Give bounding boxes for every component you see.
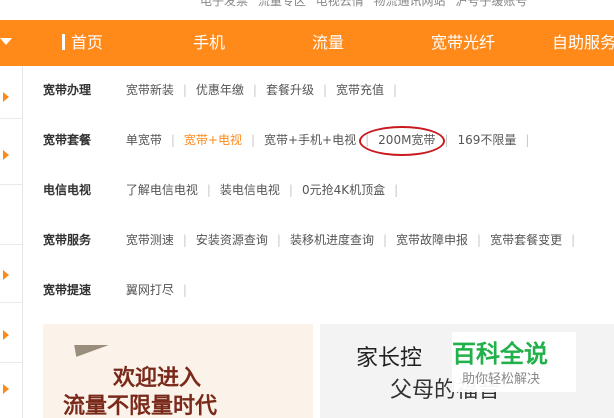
highlight-circle [359,126,445,156]
divider [0,362,22,363]
nav-item-label: 手机 [193,33,226,52]
nav-item-broadband[interactable]: 宽带光纤 [431,20,495,66]
nav-item-label: 流量 [312,33,345,52]
menu-link[interactable]: 优惠年缴 [196,83,244,97]
menu-link[interactable]: 宽带测速 [126,233,174,247]
watermark-subtitle: 助你轻松解决 [462,372,541,387]
menu-link[interactable]: 套餐升级 [266,83,314,97]
menu-link[interactable]: 宽带套餐变更 [490,233,562,247]
nav-item-home[interactable]: 首页 [62,20,103,66]
divider: | [182,233,187,247]
menu-link[interactable]: 0元抢4K机顶盒 [302,183,385,197]
top-links: 电子发票 流量专区 电视云情 物流通讯网站 沪号子缓账号 [200,0,533,9]
chevron-down-icon[interactable] [0,38,12,45]
menu-link[interactable]: 装电信电视 [220,183,280,197]
menu-link[interactable]: 宽带故障申报 [396,233,468,247]
menu-row-speed-up: 宽带提速 翼网打尽 | [43,280,196,300]
divider: | [394,183,399,197]
menu-row-broadband-handling: 宽带办理 宽带新装 | 优惠年缴 | 套餐升级 | 宽带充值 | [43,80,406,100]
menu-link-active[interactable]: 宽带+电视 [184,133,242,147]
divider: | [322,83,328,97]
menu-link[interactable]: 宽带+手机+电视 [264,133,356,147]
divider: | [444,133,449,147]
divider: | [250,133,255,147]
divider: | [252,83,257,97]
promo-banner-unlimited-data[interactable]: 欢迎进入 流量不限量时代 [43,324,313,418]
divider [0,118,22,119]
divider: | [525,133,530,147]
banner-line-2: 流量不限量时代 [63,394,218,418]
category-sidebar [0,66,23,418]
divider [0,302,22,303]
divider: | [206,183,211,197]
divider [0,184,22,185]
nav-item-label: 首页 [71,33,104,52]
nav-item-data[interactable]: 流量 [312,20,344,66]
divider: | [393,83,398,97]
divider: | [276,233,281,247]
divider: | [182,283,187,297]
menu-row-broadband-service: 宽带服务 宽带测速 | 安装资源查询 | 装移机进度查询 | 宽带故障申报 | 宽带套餐变更 | [43,230,584,250]
menu-row-broadband-packages: 宽带套餐 单宽带 | 宽带+电视 | 宽带+手机+电视 | 200M宽带 | 169不限量 | [43,130,538,150]
menu-link[interactable]: 了解电信电视 [126,183,198,197]
divider: | [382,233,388,247]
menu-link[interactable]: 宽带充值 [336,83,384,97]
main-nav: 首页 手机 流量 宽带光纤 自助服务 [0,20,614,66]
chevron-right-icon[interactable] [3,384,9,394]
banner-line-1: 家长控 [356,346,423,371]
top-link[interactable]: 电子发票 [200,0,248,8]
divider: | [182,83,187,97]
active-indicator [62,34,65,50]
chevron-right-icon[interactable] [3,270,9,280]
nav-item-self-service[interactable]: 自助服务 [552,20,614,66]
chevron-right-icon[interactable] [3,150,9,160]
top-link[interactable]: 沪号子缓账号 [455,0,527,8]
row-title: 电信电视 [43,183,92,197]
menu-link[interactable]: 翼网打尽 [126,283,174,297]
chevron-right-icon[interactable] [3,92,9,102]
row-title: 宽带提速 [43,283,92,297]
top-links-strip: 电子发票 流量专区 电视云情 物流通讯网站 沪号子缓账号 [0,0,614,20]
menu-link[interactable]: 安装资源查询 [196,233,268,247]
top-link[interactable]: 电视云情 [316,0,364,8]
nav-item-label: 宽带光纤 [431,33,496,52]
row-title: 宽带办理 [43,83,92,97]
menu-link[interactable]: 宽带新装 [126,83,174,97]
row-title: 宽带套餐 [43,133,92,147]
row-title: 宽带服务 [43,233,92,247]
menu-link[interactable]: 装移机进度查询 [290,233,374,247]
divider: | [288,183,293,197]
top-link[interactable]: 流量专区 [258,0,306,8]
nav-item-label: 自助服务 [552,33,614,52]
divider [0,244,22,245]
chevron-right-icon[interactable] [3,330,9,340]
divider: | [477,233,482,247]
divider: | [170,133,175,147]
paper-plane-icon [74,339,110,357]
nav-item-phones[interactable]: 手机 [193,20,225,66]
watermark: 百科全说 助你轻松解决 [452,332,576,392]
watermark-logo: 百科全说 [452,340,548,368]
divider: | [571,233,576,247]
menu-link[interactable]: 169不限量 [457,133,516,147]
top-link[interactable]: 物流通讯网站 [374,0,446,8]
menu-row-telecom-tv: 电信电视 了解电信电视 | 装电信电视 | 0元抢4K机顶盒 | [43,180,407,200]
menu-link[interactable]: 单宽带 [126,133,162,147]
